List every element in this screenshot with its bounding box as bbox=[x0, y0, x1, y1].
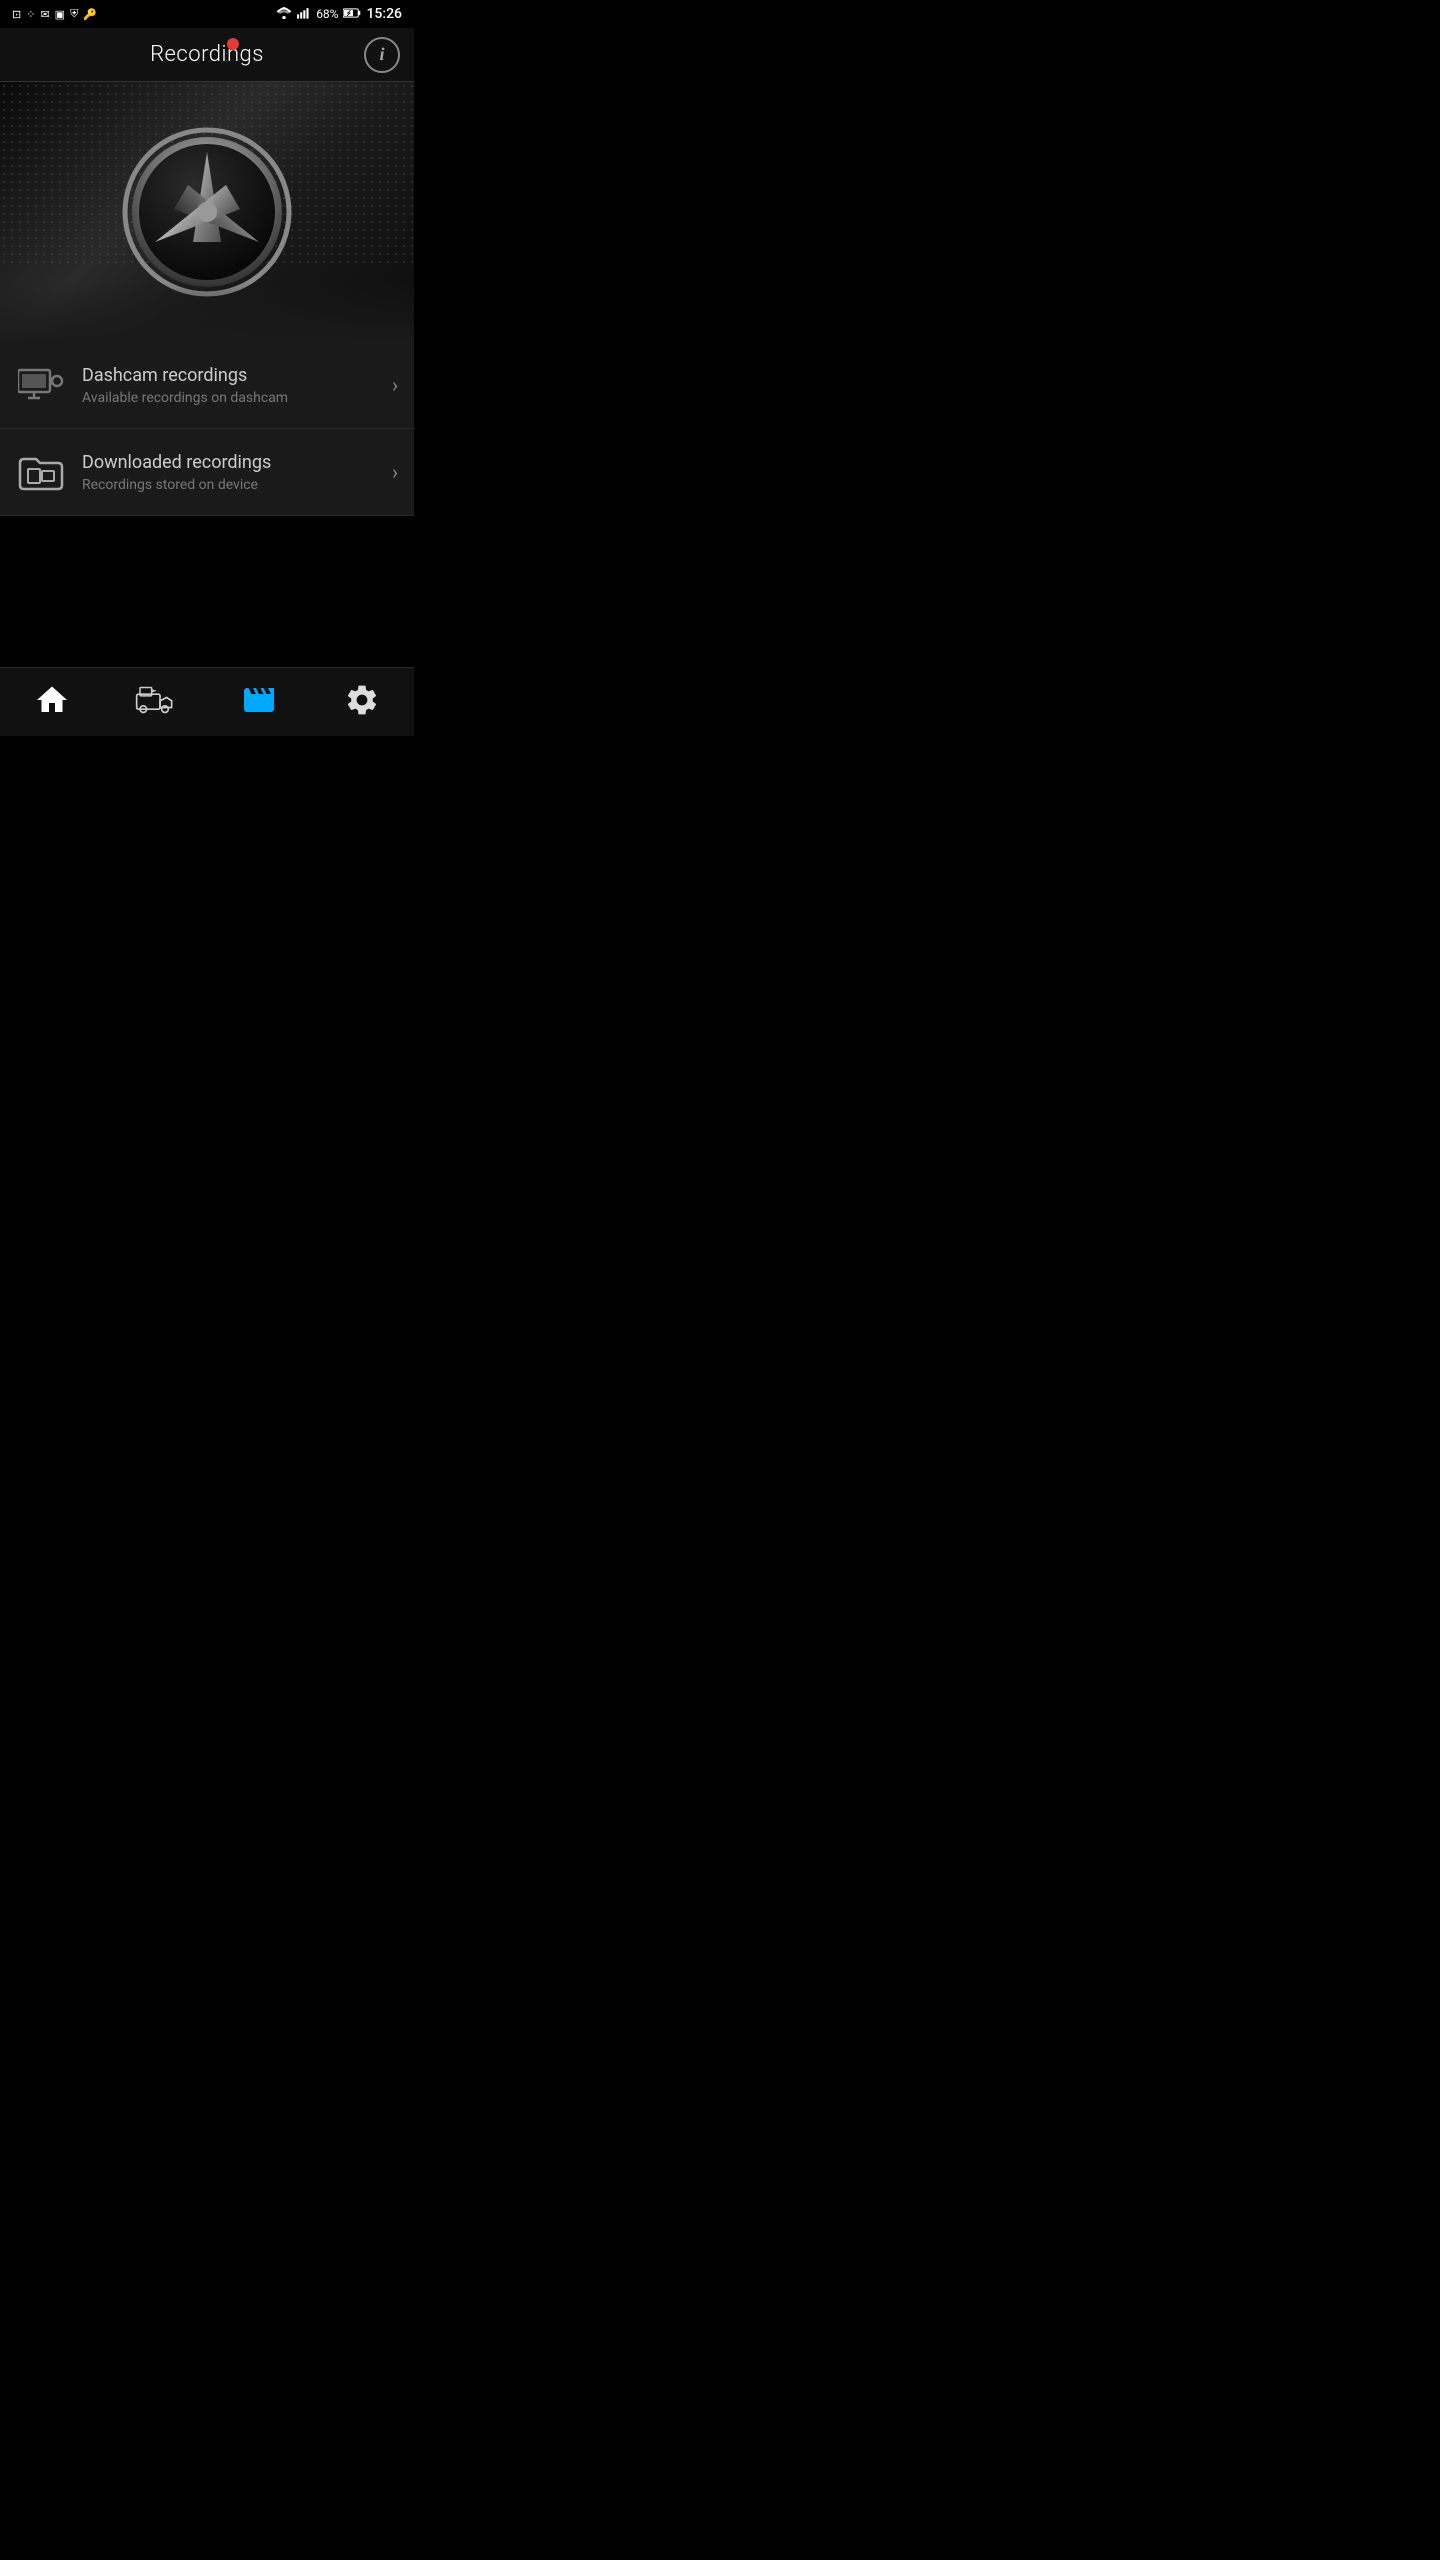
nav-dashcam[interactable] bbox=[119, 676, 191, 724]
settings-icon bbox=[342, 680, 382, 720]
downloaded-recordings-subtitle: Recordings stored on device bbox=[82, 477, 384, 493]
downloaded-recordings-title: Downloaded recordings bbox=[82, 452, 384, 473]
hero-fade bbox=[0, 282, 414, 342]
dashcam-recordings-item[interactable]: Dashcam recordings Available recordings … bbox=[0, 342, 414, 429]
dashcam-recordings-chevron: › bbox=[392, 373, 398, 397]
status-icon-key: 🔑 bbox=[83, 8, 97, 21]
info-button[interactable]: i bbox=[364, 37, 400, 73]
downloaded-recordings-icon bbox=[16, 447, 66, 497]
status-icon-picture: ⊡ bbox=[12, 8, 21, 21]
downloaded-recordings-item[interactable]: Downloaded recordings Recordings stored … bbox=[0, 429, 414, 516]
nav-settings[interactable] bbox=[326, 676, 398, 724]
film-icon bbox=[239, 680, 279, 720]
nav-home[interactable] bbox=[16, 676, 88, 724]
bottom-navigation bbox=[0, 667, 414, 736]
downloaded-recordings-text: Downloaded recordings Recordings stored … bbox=[82, 452, 384, 493]
dashcam-recordings-text: Dashcam recordings Available recordings … bbox=[82, 365, 384, 406]
dashcam-recordings-title: Dashcam recordings bbox=[82, 365, 384, 386]
status-icon-mail: ✉ bbox=[40, 8, 49, 21]
menu-section: Dashcam recordings Available recordings … bbox=[0, 342, 414, 516]
mercedes-star-logo bbox=[117, 122, 297, 302]
status-icon-shield: ⛨ bbox=[70, 7, 78, 21]
status-bar-right-icons: 68% 15:26 bbox=[276, 6, 402, 22]
recording-indicator bbox=[227, 38, 239, 50]
nav-recordings[interactable] bbox=[223, 676, 295, 724]
home-icon bbox=[32, 680, 72, 720]
status-icon-camera: ▣ bbox=[55, 8, 65, 21]
status-bar: ⊡ ⁘ ✉ ▣ ⛨ 🔑 68% bbox=[0, 0, 414, 28]
dashcam-recordings-subtitle: Available recordings on dashcam bbox=[82, 390, 384, 406]
wifi-icon bbox=[276, 7, 292, 22]
app-header: Recordings i bbox=[0, 28, 414, 82]
battery-icon bbox=[343, 7, 361, 22]
signal-icon bbox=[297, 7, 311, 22]
hero-image bbox=[0, 82, 414, 342]
content-spacer bbox=[0, 516, 414, 667]
status-icon-circles: ⁘ bbox=[26, 8, 35, 21]
dashcam-nav-icon bbox=[135, 680, 175, 720]
status-bar-left-icons: ⊡ ⁘ ✉ ▣ ⛨ 🔑 bbox=[12, 7, 97, 21]
time-display: 15:26 bbox=[366, 6, 402, 22]
battery-percentage: 68% bbox=[316, 7, 338, 21]
dashcam-recordings-icon bbox=[16, 360, 66, 410]
downloaded-recordings-chevron: › bbox=[392, 460, 398, 484]
page-title: Recordings bbox=[150, 42, 264, 67]
